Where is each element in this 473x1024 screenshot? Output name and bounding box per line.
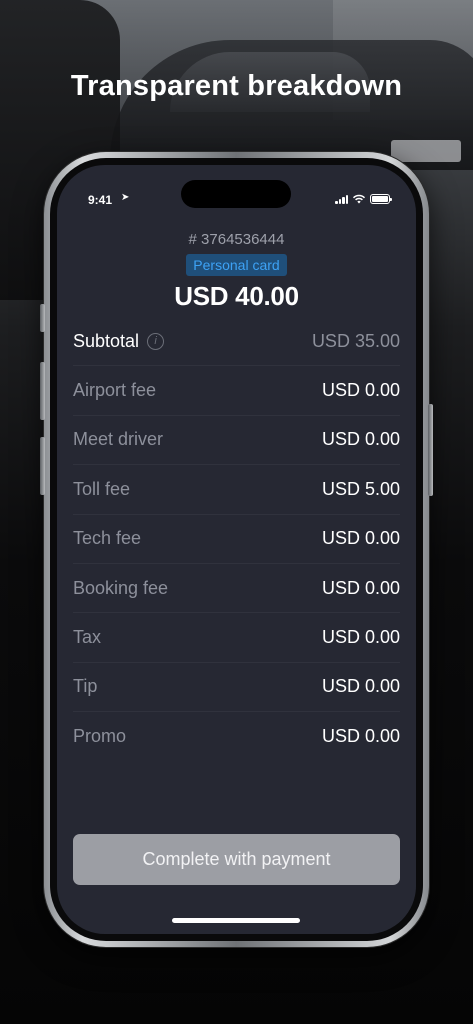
breakdown-row-toll-fee: Toll fee USD 5.00 bbox=[73, 465, 400, 515]
battery-icon bbox=[370, 194, 392, 204]
breakdown-row-meet-driver: Meet driver USD 0.00 bbox=[73, 416, 400, 466]
phone-frame: 9:41 ➤ # 3764536444 Personal card USD 40… bbox=[40, 152, 433, 947]
breakdown-value: USD 0.00 bbox=[321, 528, 400, 549]
complete-with-payment-button[interactable]: Complete with payment bbox=[73, 834, 400, 885]
breakdown-value: USD 0.00 bbox=[321, 676, 400, 697]
breakdown-row-subtotal: Subtotal i USD 35.00 bbox=[73, 317, 400, 367]
breakdown-label: Promo bbox=[73, 726, 127, 747]
breakdown-label: Airport fee bbox=[73, 380, 157, 401]
app-screen: 9:41 ➤ # 3764536444 Personal card USD 40… bbox=[57, 165, 416, 934]
breakdown-label: Meet driver bbox=[73, 429, 164, 450]
breakdown-row-tax: Tax USD 0.00 bbox=[73, 613, 400, 663]
phone-volume-up-button bbox=[40, 362, 45, 420]
dynamic-island bbox=[181, 180, 291, 208]
info-icon[interactable]: i bbox=[147, 332, 165, 350]
breakdown-row-promo: Promo USD 0.00 bbox=[73, 712, 400, 761]
cellular-signal-icon bbox=[335, 194, 348, 204]
breakdown-value: USD 0.00 bbox=[321, 429, 400, 450]
fare-breakdown-list: Subtotal i USD 35.00 Airport fee USD 0.0… bbox=[73, 317, 400, 762]
order-number: # 3764536444 bbox=[188, 231, 285, 248]
breakdown-value: USD 35.00 bbox=[311, 330, 400, 351]
breakdown-label: Booking fee bbox=[73, 577, 169, 598]
breakdown-row-tip: Tip USD 0.00 bbox=[73, 663, 400, 713]
breakdown-row-tech-fee: Tech fee USD 0.00 bbox=[73, 515, 400, 564]
breakdown-value: USD 0.00 bbox=[321, 577, 400, 598]
location-arrow-icon: ➤ bbox=[121, 192, 130, 203]
order-total: USD 40.00 bbox=[174, 281, 299, 311]
breakdown-value: USD 0.00 bbox=[321, 627, 400, 648]
status-time: 9:41 bbox=[88, 193, 113, 207]
breakdown-label: Tip bbox=[73, 676, 98, 697]
breakdown-value: USD 5.00 bbox=[321, 478, 400, 499]
phone-action-button bbox=[40, 304, 45, 332]
breakdown-label: Subtotal bbox=[73, 330, 140, 351]
breakdown-value: USD 0.00 bbox=[321, 726, 400, 747]
wifi-icon bbox=[352, 194, 366, 204]
breakdown-value: USD 0.00 bbox=[321, 380, 400, 401]
background-license-plate bbox=[391, 140, 461, 162]
phone-power-button bbox=[428, 404, 433, 496]
breakdown-row-booking-fee: Booking fee USD 0.00 bbox=[73, 564, 400, 614]
page-headline: Transparent breakdown bbox=[70, 70, 403, 102]
breakdown-label: Toll fee bbox=[73, 478, 131, 499]
status-indicators bbox=[335, 194, 392, 204]
breakdown-label: Tax bbox=[73, 627, 102, 648]
breakdown-label: Tech fee bbox=[73, 528, 142, 549]
breakdown-row-airport-fee: Airport fee USD 0.00 bbox=[73, 366, 400, 416]
home-indicator[interactable] bbox=[172, 918, 300, 923]
payment-method-badge: Personal card bbox=[186, 254, 287, 276]
phone-volume-down-button bbox=[40, 437, 45, 495]
